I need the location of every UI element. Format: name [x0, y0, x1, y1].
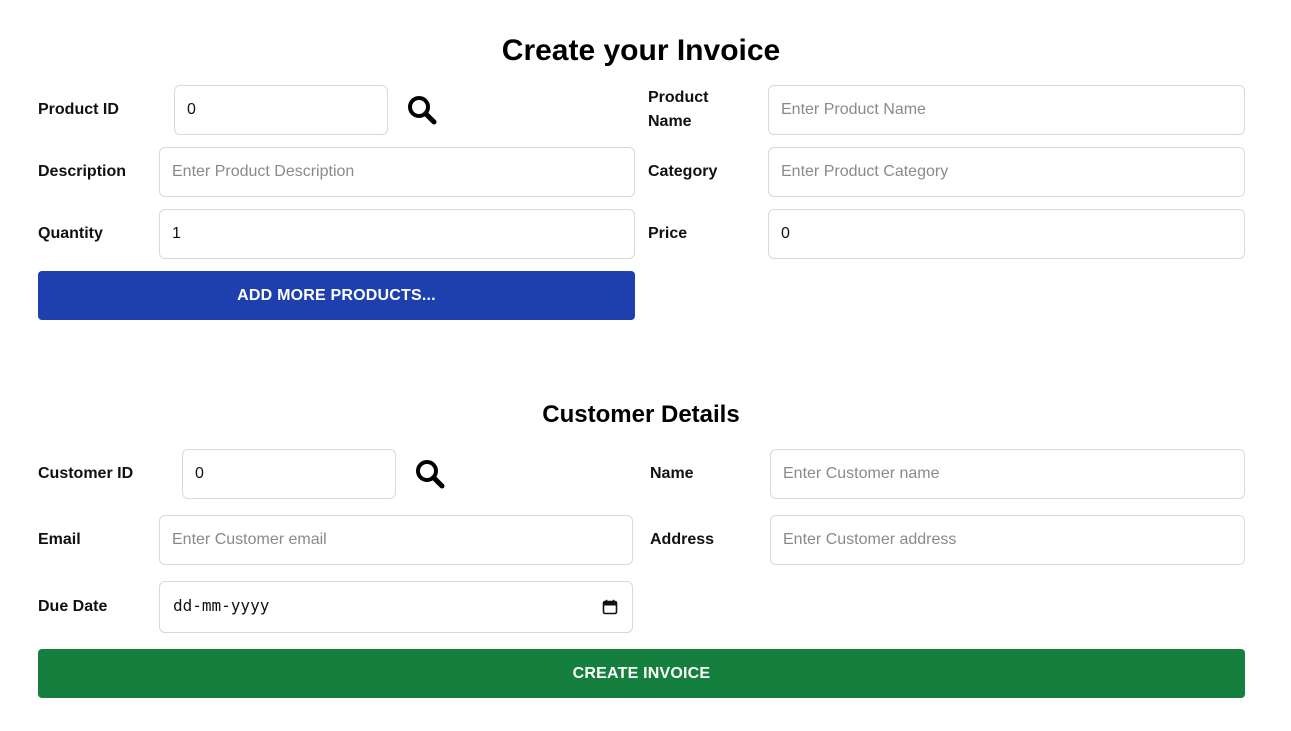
description-label: Description	[38, 163, 127, 180]
customer-details-title: Customer Details	[542, 401, 740, 428]
calendar-icon[interactable]	[602, 599, 618, 615]
due-date-input[interactable]: dd-mm-yyyy	[159, 581, 633, 633]
customer-id-label: Customer ID	[38, 465, 134, 482]
create-invoice-button[interactable]: CREATE INVOICE	[38, 649, 1245, 698]
customer-id-input[interactable]	[182, 449, 396, 499]
due-date-placeholder: dd-mm-yyyy	[173, 596, 270, 615]
product-id-label: Product ID	[38, 101, 119, 118]
invoice-title: Create your Invoice	[501, 34, 781, 67]
product-name-input[interactable]	[768, 85, 1245, 135]
add-more-products-button[interactable]: ADD MORE PRODUCTS...	[38, 271, 635, 320]
price-input[interactable]	[768, 209, 1245, 259]
price-label: Price	[648, 225, 688, 242]
product-id-input[interactable]	[174, 85, 388, 135]
due-date-label: Due Date	[38, 598, 108, 615]
product-name-label: Product Name	[648, 89, 709, 130]
email-input[interactable]	[159, 515, 633, 565]
address-label: Address	[650, 531, 715, 548]
address-input[interactable]	[770, 515, 1245, 565]
quantity-label: Quantity	[38, 225, 103, 242]
description-input[interactable]	[159, 147, 635, 197]
search-icon[interactable]	[407, 95, 437, 125]
category-input[interactable]	[768, 147, 1245, 197]
quantity-input[interactable]	[159, 209, 635, 259]
search-icon[interactable]	[415, 459, 445, 489]
customer-name-label: Name	[650, 465, 694, 482]
category-label: Category	[648, 163, 718, 180]
email-label: Email	[38, 531, 81, 548]
customer-name-input[interactable]	[770, 449, 1245, 499]
